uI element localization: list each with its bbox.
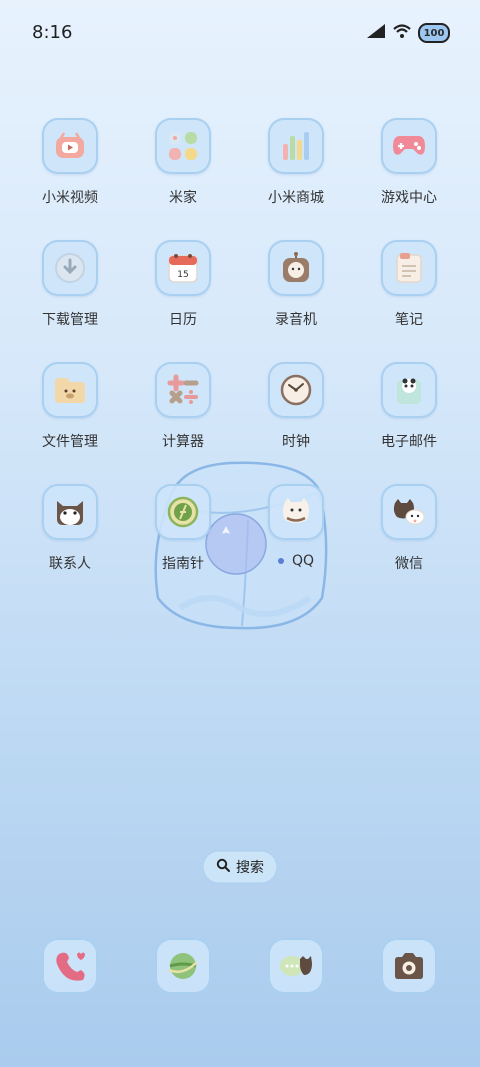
app-clock[interactable]: 时钟	[240, 362, 352, 451]
app-label: 电子邮件	[381, 434, 437, 450]
new-install-dot	[277, 558, 284, 564]
app-file-manager[interactable]: 文件管理	[14, 362, 126, 451]
app-label: 小米视频	[42, 190, 98, 206]
app-label: 日历	[169, 312, 197, 328]
clock-icon	[268, 362, 324, 418]
video-icon	[42, 118, 98, 174]
app-label: 指南针	[162, 556, 204, 572]
app-label: 计算器	[162, 434, 204, 450]
phone-icon[interactable]	[42, 938, 98, 994]
app-email[interactable]: 电子邮件	[353, 362, 465, 451]
app-label: 笔记	[395, 312, 423, 328]
app-label: 微信	[395, 556, 423, 572]
calendar-icon: 15	[155, 240, 211, 296]
app-calculator[interactable]: 计算器	[127, 362, 239, 451]
download-icon	[42, 240, 98, 296]
gamepad-icon	[381, 118, 437, 174]
search-icon	[216, 858, 230, 876]
app-label: 文件管理	[42, 434, 98, 450]
browser-icon[interactable]	[155, 938, 211, 994]
app-recorder[interactable]: 录音机	[240, 240, 352, 329]
folder-icon	[42, 362, 98, 418]
app-game-center[interactable]: 游戏中心	[353, 118, 465, 207]
contacts-icon	[42, 484, 98, 540]
app-label: 时钟	[282, 434, 310, 450]
app-compass[interactable]: 指南针	[127, 484, 239, 573]
wechat-icon	[381, 484, 437, 540]
recorder-icon	[268, 240, 324, 296]
mijia-icon	[155, 118, 211, 174]
app-label: 联系人	[49, 556, 91, 572]
app-xiaomi-video[interactable]: 小米视频	[14, 118, 126, 207]
compass-icon	[155, 484, 211, 540]
app-label: QQ	[240, 553, 352, 569]
search-label: 搜索	[236, 860, 264, 876]
app-label: 游戏中心	[381, 190, 437, 206]
battery-icon: 100	[418, 23, 450, 43]
camera-icon[interactable]	[381, 938, 437, 994]
wifi-icon	[392, 23, 412, 43]
app-download-manager[interactable]: 下载管理	[14, 240, 126, 329]
app-xiaomi-mall[interactable]: 小米商城	[240, 118, 352, 207]
app-label: 下载管理	[42, 312, 98, 328]
search-button[interactable]: 搜索	[202, 850, 278, 884]
status-time: 8:16	[32, 22, 73, 43]
calculator-icon	[155, 362, 211, 418]
app-calendar[interactable]: 15 日历	[127, 240, 239, 329]
app-contacts[interactable]: 联系人	[14, 484, 126, 573]
app-label-text: QQ	[291, 553, 315, 569]
app-notes[interactable]: 笔记	[353, 240, 465, 329]
messages-icon[interactable]	[268, 938, 324, 994]
signal-icon	[366, 23, 386, 43]
app-mijia[interactable]: 米家	[127, 118, 239, 207]
mall-icon	[268, 118, 324, 174]
dock	[0, 938, 480, 996]
app-label: 米家	[169, 190, 197, 206]
app-qq[interactable]: QQ	[240, 484, 352, 569]
mail-icon	[381, 362, 437, 418]
status-bar: 8:16 100	[0, 0, 480, 68]
qq-icon	[268, 484, 324, 540]
app-wechat[interactable]: 微信	[353, 484, 465, 573]
notes-icon	[381, 240, 437, 296]
app-label: 录音机	[275, 312, 317, 328]
status-icons: 100	[366, 22, 450, 44]
calendar-date: 15	[177, 270, 188, 280]
app-label: 小米商城	[268, 190, 324, 206]
